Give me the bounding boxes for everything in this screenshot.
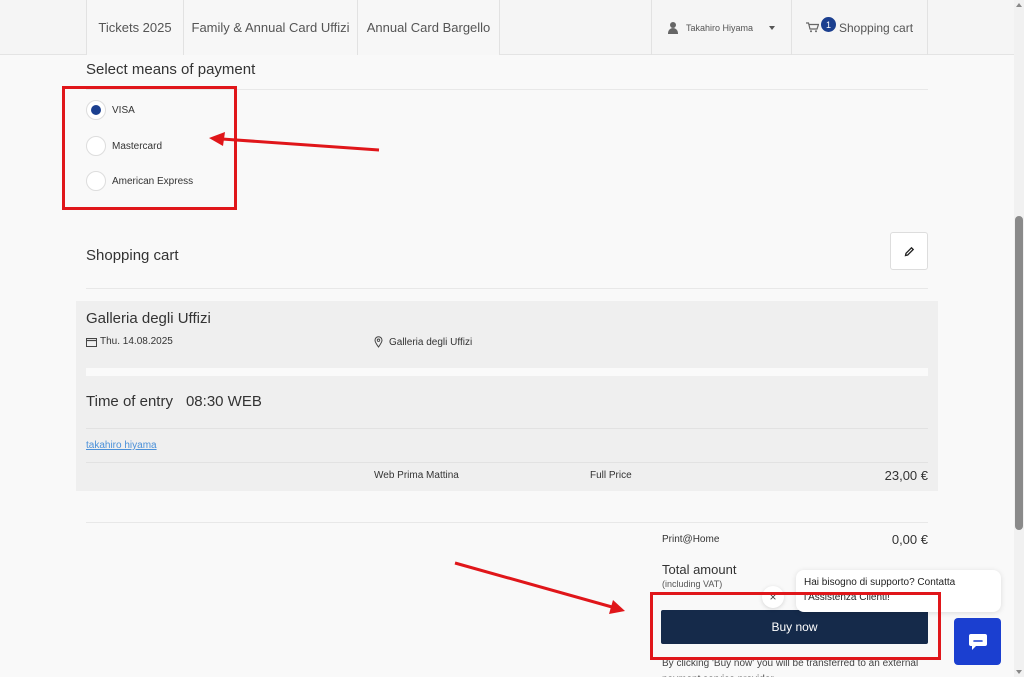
vat-note: (including VAT) — [662, 579, 723, 589]
ticket-holder-link[interactable]: takahiro hiyama — [86, 440, 157, 451]
edit-cart-button[interactable] — [890, 232, 928, 270]
cart-count-badge: 1 — [821, 17, 836, 32]
user-icon — [668, 21, 678, 34]
annotation-highlight-buy-button — [650, 592, 941, 660]
pencil-icon — [904, 246, 914, 256]
ticket-type: Web Prima Mattina — [374, 470, 459, 481]
visit-date-text: Thu. 14.08.2025 — [100, 336, 173, 347]
divider — [86, 428, 928, 429]
cart-heading: Shopping cart — [86, 247, 179, 264]
location-pin-icon — [374, 336, 383, 348]
ticket-rate: Full Price — [590, 470, 632, 481]
user-menu[interactable]: Takahiro Hiyama — [651, 0, 791, 55]
calendar-icon — [86, 337, 97, 347]
shopping-cart-link[interactable]: 1 Shopping cart — [791, 0, 928, 55]
time-of-entry: Time of entry 08:30 WEB — [86, 393, 262, 410]
annotation-highlight-payment — [62, 86, 237, 210]
visit-date: Thu. 14.08.2025 — [86, 336, 173, 347]
museum-name: Galleria degli Uffizi — [86, 310, 211, 327]
cart-label: Shopping cart — [839, 20, 914, 35]
print-at-home-label: Print@Home — [662, 534, 720, 545]
user-name: Takahiro Hiyama — [686, 22, 754, 33]
divider — [86, 462, 928, 463]
divider — [86, 288, 928, 289]
nav-tab-tickets-2025[interactable]: Tickets 2025 — [86, 0, 183, 55]
scroll-up-arrow-icon[interactable] — [1016, 3, 1022, 7]
entry-label: Time of entry — [86, 393, 173, 410]
chat-button[interactable] — [954, 618, 1001, 665]
nav-tab-family-annual-card[interactable]: Family & Annual Card Uffizi — [183, 0, 357, 55]
entry-time: 08:30 WEB — [185, 393, 262, 410]
cart-icon — [806, 22, 819, 33]
annotation-arrow-payment — [221, 137, 380, 152]
chat-icon — [968, 633, 987, 650]
divider — [86, 368, 928, 376]
payment-heading: Select means of payment — [86, 61, 256, 78]
total-amount-label: Total amount — [662, 562, 737, 577]
visit-location-text: Galleria degli Uffizi — [389, 336, 473, 348]
scrollbar-thumb[interactable] — [1015, 216, 1023, 530]
ticket-price: 23,00 € — [884, 468, 928, 483]
divider — [86, 522, 928, 523]
page-scrollbar[interactable] — [1014, 0, 1024, 677]
nav-tab-annual-card-bargello[interactable]: Annual Card Bargello — [357, 0, 500, 55]
chevron-down-icon — [769, 25, 776, 30]
annotation-arrowhead-buy — [609, 600, 625, 614]
print-at-home-price: 0,00 € — [891, 532, 928, 547]
visit-location: Galleria degli Uffizi — [374, 336, 472, 348]
scroll-down-arrow-icon[interactable] — [1016, 670, 1022, 674]
annotation-arrow-buy — [454, 561, 613, 609]
top-navigation: Tickets 2025 Family & Annual Card Uffizi… — [0, 0, 1024, 55]
